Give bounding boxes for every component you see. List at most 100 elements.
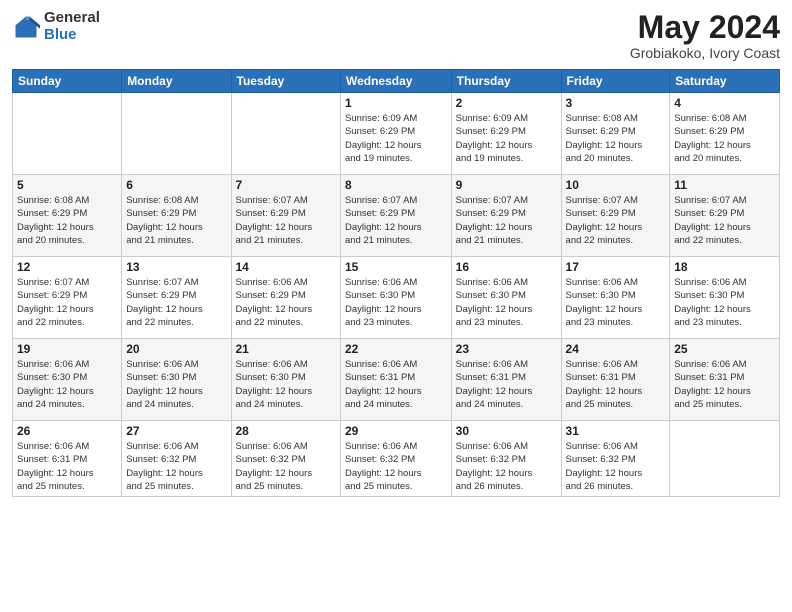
day-info-15: Sunrise: 6:06 AM Sunset: 6:30 PM Dayligh… [345, 276, 447, 329]
day-info-9: Sunrise: 6:07 AM Sunset: 6:29 PM Dayligh… [456, 194, 557, 247]
logo-text: General Blue [44, 10, 100, 43]
day-number-3: 3 [566, 96, 666, 110]
logo-icon [12, 13, 40, 41]
logo-general-text: General [44, 10, 100, 27]
header-friday: Friday [561, 70, 670, 93]
calendar-cell-w1-d1: 6Sunrise: 6:08 AM Sunset: 6:29 PM Daylig… [122, 175, 231, 257]
calendar-cell-w1-d4: 9 Sunrise: 6:07 AM Sunset: 6:29 PM Daylig… [451, 175, 561, 257]
header-saturday: Saturday [670, 70, 780, 93]
title-block: May 2024 Grobiakoko, Ivory Coast [630, 10, 780, 61]
calendar-cell-w3-d2: 21Sunrise: 6:06 AM Sunset: 6:30 PM Dayli… [231, 339, 340, 421]
calendar-cell-w2-d2: 14Sunrise: 6:06 AM Sunset: 6:29 PM Dayli… [231, 257, 340, 339]
day-info-1: Sunrise: 6:09 AM Sunset: 6:29 PM Dayligh… [345, 112, 447, 165]
day-number-16: 16 [456, 260, 557, 274]
calendar-cell-w0-d4: 2 Sunrise: 6:09 AM Sunset: 6:29 PM Daylig… [451, 93, 561, 175]
calendar-cell-w4-d5: 31Sunrise: 6:06 AM Sunset: 6:32 PM Dayli… [561, 421, 670, 497]
day-info-26: Sunrise: 6:06 AM Sunset: 6:31 PM Dayligh… [17, 440, 117, 493]
day-number-2: 2 [456, 96, 557, 110]
header-sunday: Sunday [13, 70, 122, 93]
day-number-18: 18 [674, 260, 775, 274]
calendar-cell-w2-d4: 16 Sunrise: 6:06 AM Sunset: 6:30 PM Dayli… [451, 257, 561, 339]
month-year: May 2024 [630, 10, 780, 45]
day-number-13: 13 [126, 260, 226, 274]
day-info-7: Sunrise: 6:07 AM Sunset: 6:29 PM Dayligh… [236, 194, 336, 247]
day-number-4: 4 [674, 96, 775, 110]
calendar-cell-w0-d6: 4Sunrise: 6:08 AM Sunset: 6:29 PM Daylig… [670, 93, 780, 175]
page: General Blue May 2024 Grobiakoko, Ivory … [0, 0, 792, 612]
calendar-cell-w4-d0: 26 Sunrise: 6:06 AM Sunset: 6:31 PM Dayli… [13, 421, 122, 497]
day-info-5: Sunrise: 6:08 AM Sunset: 6:29 PM Dayligh… [17, 194, 117, 247]
day-info-28: Sunrise: 6:06 AM Sunset: 6:32 PM Dayligh… [236, 440, 336, 493]
calendar-cell-w3-d1: 20 Sunrise: 6:06 AM Sunset: 6:30 PM Dayli… [122, 339, 231, 421]
logo-blue-text: Blue [44, 27, 100, 44]
calendar-cell-w4-d6 [670, 421, 780, 497]
day-number-9: 9 [456, 178, 557, 192]
calendar-cell-w0-d3: 1 Sunrise: 6:09 AM Sunset: 6:29 PM Daylig… [340, 93, 451, 175]
day-number-17: 17 [566, 260, 666, 274]
day-number-14: 14 [236, 260, 336, 274]
day-info-22: Sunrise: 6:06 AM Sunset: 6:31 PM Dayligh… [345, 358, 447, 411]
calendar-cell-w3-d5: 24Sunrise: 6:06 AM Sunset: 6:31 PM Dayli… [561, 339, 670, 421]
day-info-10: Sunrise: 6:07 AM Sunset: 6:29 PM Dayligh… [566, 194, 666, 247]
day-info-11: Sunrise: 6:07 AM Sunset: 6:29 PM Dayligh… [674, 194, 775, 247]
calendar-cell-w0-d5: 3 Sunrise: 6:08 AM Sunset: 6:29 PM Daylig… [561, 93, 670, 175]
calendar-cell-w0-d1 [122, 93, 231, 175]
day-info-21: Sunrise: 6:06 AM Sunset: 6:30 PM Dayligh… [236, 358, 336, 411]
day-number-1: 1 [345, 96, 447, 110]
day-info-24: Sunrise: 6:06 AM Sunset: 6:31 PM Dayligh… [566, 358, 666, 411]
day-info-20: Sunrise: 6:06 AM Sunset: 6:30 PM Dayligh… [126, 358, 226, 411]
day-number-12: 12 [17, 260, 117, 274]
calendar-cell-w3-d4: 23 Sunrise: 6:06 AM Sunset: 6:31 PM Dayli… [451, 339, 561, 421]
day-info-27: Sunrise: 6:06 AM Sunset: 6:32 PM Dayligh… [126, 440, 226, 493]
day-number-20: 20 [126, 342, 226, 356]
day-number-19: 19 [17, 342, 117, 356]
day-number-8: 8 [345, 178, 447, 192]
day-number-10: 10 [566, 178, 666, 192]
calendar-cell-w3-d6: 25Sunrise: 6:06 AM Sunset: 6:31 PM Dayli… [670, 339, 780, 421]
day-number-30: 30 [456, 424, 557, 438]
day-number-11: 11 [674, 178, 775, 192]
day-info-23: Sunrise: 6:06 AM Sunset: 6:31 PM Dayligh… [456, 358, 557, 411]
week-row-2: 12 Sunrise: 6:07 AM Sunset: 6:29 PM Dayli… [13, 257, 780, 339]
logo: General Blue [12, 10, 100, 43]
day-number-28: 28 [236, 424, 336, 438]
calendar-cell-w4-d1: 27Sunrise: 6:06 AM Sunset: 6:32 PM Dayli… [122, 421, 231, 497]
day-number-22: 22 [345, 342, 447, 356]
day-info-12: Sunrise: 6:07 AM Sunset: 6:29 PM Dayligh… [17, 276, 117, 329]
day-info-16: Sunrise: 6:06 AM Sunset: 6:30 PM Dayligh… [456, 276, 557, 329]
calendar-cell-w1-d3: 8 Sunrise: 6:07 AM Sunset: 6:29 PM Daylig… [340, 175, 451, 257]
day-info-8: Sunrise: 6:07 AM Sunset: 6:29 PM Dayligh… [345, 194, 447, 247]
day-number-23: 23 [456, 342, 557, 356]
week-row-3: 19 Sunrise: 6:06 AM Sunset: 6:30 PM Dayli… [13, 339, 780, 421]
day-info-30: Sunrise: 6:06 AM Sunset: 6:32 PM Dayligh… [456, 440, 557, 493]
calendar-cell-w1-d0: 5 Sunrise: 6:08 AM Sunset: 6:29 PM Daylig… [13, 175, 122, 257]
day-number-15: 15 [345, 260, 447, 274]
day-number-6: 6 [126, 178, 226, 192]
calendar-cell-w3-d3: 22 Sunrise: 6:06 AM Sunset: 6:31 PM Dayli… [340, 339, 451, 421]
day-number-29: 29 [345, 424, 447, 438]
calendar-cell-w4-d3: 29 Sunrise: 6:06 AM Sunset: 6:32 PM Dayli… [340, 421, 451, 497]
calendar-cell-w4-d4: 30 Sunrise: 6:06 AM Sunset: 6:32 PM Dayli… [451, 421, 561, 497]
day-number-7: 7 [236, 178, 336, 192]
calendar-cell-w1-d5: 10 Sunrise: 6:07 AM Sunset: 6:29 PM Dayli… [561, 175, 670, 257]
day-info-2: Sunrise: 6:09 AM Sunset: 6:29 PM Dayligh… [456, 112, 557, 165]
calendar-header-row: Sunday Monday Tuesday Wednesday Thursday… [13, 70, 780, 93]
day-info-18: Sunrise: 6:06 AM Sunset: 6:30 PM Dayligh… [674, 276, 775, 329]
calendar-cell-w2-d5: 17Sunrise: 6:06 AM Sunset: 6:30 PM Dayli… [561, 257, 670, 339]
calendar-cell-w0-d0 [13, 93, 122, 175]
day-info-13: Sunrise: 6:07 AM Sunset: 6:29 PM Dayligh… [126, 276, 226, 329]
calendar-cell-w2-d6: 18 Sunrise: 6:06 AM Sunset: 6:30 PM Dayli… [670, 257, 780, 339]
day-info-3: Sunrise: 6:08 AM Sunset: 6:29 PM Dayligh… [566, 112, 666, 165]
calendar-cell-w2-d1: 13 Sunrise: 6:07 AM Sunset: 6:29 PM Dayli… [122, 257, 231, 339]
day-number-5: 5 [17, 178, 117, 192]
calendar-cell-w1-d2: 7 Sunrise: 6:07 AM Sunset: 6:29 PM Daylig… [231, 175, 340, 257]
calendar-cell-w4-d2: 28 Sunrise: 6:06 AM Sunset: 6:32 PM Dayli… [231, 421, 340, 497]
calendar-cell-w2-d0: 12 Sunrise: 6:07 AM Sunset: 6:29 PM Dayli… [13, 257, 122, 339]
day-number-31: 31 [566, 424, 666, 438]
day-info-29: Sunrise: 6:06 AM Sunset: 6:32 PM Dayligh… [345, 440, 447, 493]
week-row-4: 26 Sunrise: 6:06 AM Sunset: 6:31 PM Dayli… [13, 421, 780, 497]
header-tuesday: Tuesday [231, 70, 340, 93]
day-number-26: 26 [17, 424, 117, 438]
header-thursday: Thursday [451, 70, 561, 93]
header-monday: Monday [122, 70, 231, 93]
